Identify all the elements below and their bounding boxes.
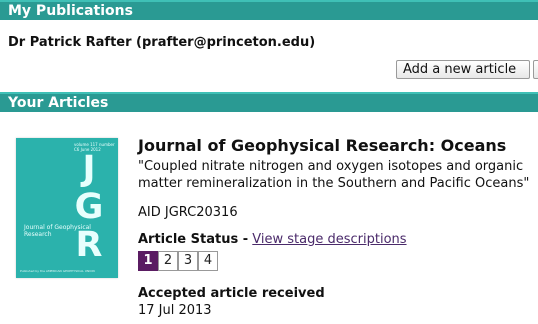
secondary-button-partial[interactable] (533, 60, 538, 79)
accepted-label: Accepted article received (138, 286, 325, 301)
stage-1[interactable]: 1 (138, 251, 158, 271)
journal-cover-image: volume 117 number C6 June 2012 JGR Journ… (16, 138, 118, 278)
cover-jgr-logo: JGR (74, 149, 104, 265)
publications-header-bar: My Publications (0, 0, 538, 20)
user-identity: Dr Patrick Rafter (prafter@princeton.edu… (8, 35, 316, 50)
your-articles-title: Your Articles (8, 95, 109, 111)
add-article-button[interactable]: Add a new article (396, 60, 530, 79)
article-status: Article Status - View stage descriptions (138, 232, 407, 247)
article-status-label: Article Status - (138, 232, 249, 247)
publications-header-title: My Publications (8, 3, 133, 19)
stage-4[interactable]: 4 (198, 251, 218, 271)
accepted-date: 17 Jul 2013 (138, 303, 212, 318)
article-title: "Coupled nitrate nitrogen and oxygen iso… (138, 159, 530, 191)
view-stage-descriptions-link[interactable]: View stage descriptions (252, 232, 406, 247)
your-articles-header-bar: Your Articles (0, 92, 538, 112)
article-id: AID JGRC20316 (138, 205, 238, 220)
journal-name: Journal of Geophysical Research: Oceans (138, 136, 507, 155)
stage-indicator: 1 2 3 4 (138, 251, 218, 271)
cover-footer: Published by the AMERICAN GEOPHYSICAL UN… (20, 269, 95, 273)
stage-2[interactable]: 2 (158, 251, 178, 271)
cover-journal-name: Journal of Geophysical Research (24, 224, 91, 238)
stage-3[interactable]: 3 (178, 251, 198, 271)
